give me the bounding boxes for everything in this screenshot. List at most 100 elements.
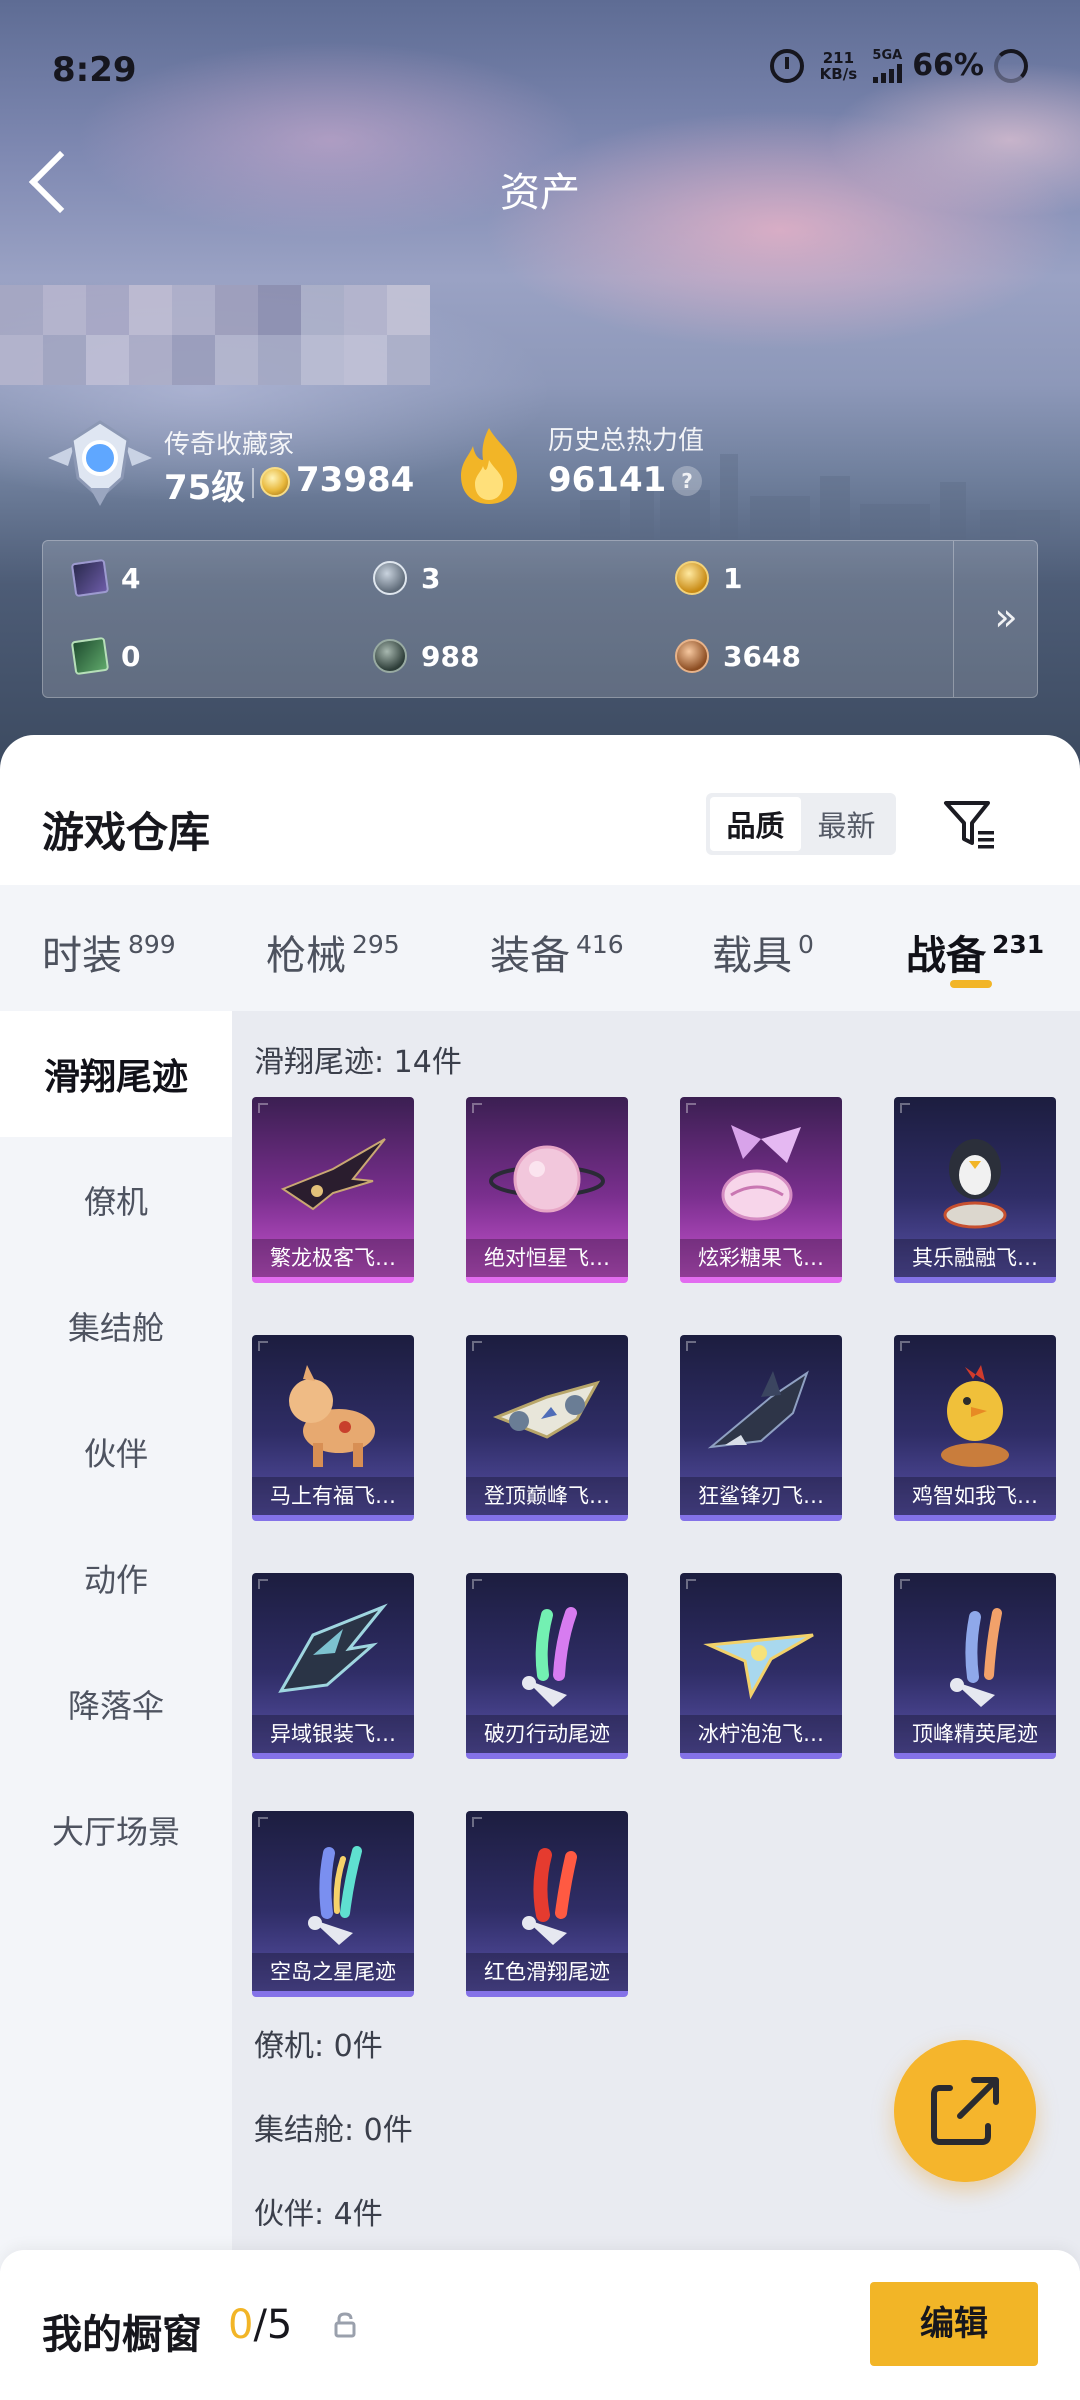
silver-coin-icon [373, 561, 407, 595]
stat-purple-card: 4 [70, 558, 141, 598]
sidebar-item-pod[interactable]: 集结舱 [0, 1263, 232, 1389]
item-card[interactable]: 冰柠泡泡飞… [680, 1573, 842, 1759]
tab-count: 899 [128, 930, 176, 959]
filter-icon[interactable] [942, 797, 998, 853]
legend-rank-badge-icon [48, 420, 152, 506]
item-card[interactable]: 破刃行动尾迹 [466, 1573, 628, 1759]
double-chevron-right-icon[interactable]: » [983, 597, 1029, 643]
collector-coin-icon [260, 467, 290, 497]
player-level: 75级 [164, 468, 246, 508]
network-signal: 5GA [872, 47, 903, 83]
red-trail-icon [522, 1848, 577, 1945]
stat-value: 3 [421, 561, 441, 595]
tab-fashion[interactable]: 时装 899 [42, 923, 176, 981]
item-card[interactable]: 狂鲨锋刃飞… [680, 1335, 842, 1521]
corner-mark [900, 1103, 910, 1113]
tab-count: 416 [576, 930, 624, 959]
item-card[interactable]: 马上有福飞… [252, 1335, 414, 1521]
penguin-glider-icon [943, 1139, 1007, 1229]
tab-count: 295 [352, 930, 400, 959]
item-card[interactable]: 炫彩糖果飞… [680, 1097, 842, 1283]
item-card[interactable]: 异域银装飞… [252, 1573, 414, 1759]
item-card[interactable]: 顶峰精英尾迹 [894, 1573, 1056, 1759]
horse-glider-icon [289, 1365, 375, 1467]
item-name: 其乐融融飞… [894, 1239, 1056, 1277]
item-card[interactable]: 绝对恒星飞… [466, 1097, 628, 1283]
corner-mark [900, 1341, 910, 1351]
stat-gold-coin: 1 [675, 561, 742, 595]
tab-count: 231 [992, 930, 1045, 959]
blue-orange-trail-icon [950, 1608, 1002, 1707]
sidebar-item-parachute[interactable]: 降落伞 [0, 1641, 232, 1767]
corner-mark [472, 1579, 482, 1589]
rank-divider [252, 468, 254, 498]
sidebar-item-glide-trail[interactable]: 滑翔尾迹 [0, 1011, 232, 1137]
item-card[interactable]: 红色滑翔尾迹 [466, 1811, 628, 1997]
sidebar-item-companion[interactable]: 伙伴 [0, 1389, 232, 1515]
stat-value: 0 [121, 639, 141, 673]
corner-mark [900, 1579, 910, 1589]
corner-mark [472, 1341, 482, 1351]
tab-count: 0 [798, 930, 814, 959]
group-title-pod: 集结舱: 0件 [254, 2113, 413, 2148]
item-name: 狂鲨锋刃飞… [680, 1477, 842, 1515]
network-label: 5GA [872, 47, 903, 63]
item-card[interactable]: 其乐融融飞… [894, 1097, 1056, 1283]
net-speed-unit: KB/s [819, 64, 858, 83]
item-card[interactable]: 登顶巅峰飞… [466, 1335, 628, 1521]
battery-icon [994, 48, 1028, 83]
help-icon[interactable]: ? [672, 466, 702, 496]
category-tabs: 时装 899 枪械 295 装备 416 载具 0 战备 231 [0, 885, 1080, 1011]
sort-option-quality[interactable]: 品质 [710, 797, 801, 851]
currency-panel[interactable]: 4 3 1 0 988 3648 » [42, 540, 1038, 698]
corner-mark [258, 1817, 268, 1827]
rank-title: 传奇收藏家 [164, 430, 295, 460]
corner-mark [686, 1579, 696, 1589]
group-title-companion: 伙伴: 4件 [254, 2197, 383, 2232]
showcase-bar: 我的橱窗 0/5 编辑 [0, 2250, 1080, 2400]
tab-label: 载具 [712, 933, 792, 979]
item-name: 空岛之星尾迹 [252, 1953, 414, 1991]
corner-mark [258, 1341, 268, 1351]
item-name: 破刃行动尾迹 [466, 1715, 628, 1753]
sky-island-trail-icon [308, 1846, 362, 1945]
collector-coins: 73984 [296, 460, 415, 500]
item-name: 冰柠泡泡飞… [680, 1715, 842, 1753]
showcase-count: 0/5 [228, 2302, 292, 2348]
showcase-current: 0 [228, 2302, 254, 2348]
stat-value: 4 [121, 561, 141, 595]
sort-option-latest[interactable]: 最新 [801, 797, 892, 851]
warehouse-title: 游戏仓库 [42, 808, 211, 857]
item-name: 绝对恒星飞… [466, 1239, 628, 1277]
dragon-glider-icon [280, 1138, 386, 1211]
item-name: 异域银装飞… [252, 1715, 414, 1753]
bronze-coin-icon [675, 639, 709, 673]
sidebar-item-wingman[interactable]: 僚机 [0, 1137, 232, 1263]
stat-silver-coin: 3 [373, 561, 440, 595]
corner-mark [686, 1341, 696, 1351]
corner-mark [472, 1817, 482, 1827]
item-card[interactable]: 空岛之星尾迹 [252, 1811, 414, 1997]
edit-button[interactable]: 编辑 [870, 2282, 1038, 2366]
tab-equipment[interactable]: 装备 416 [490, 923, 624, 981]
tab-combat-gear[interactable]: 战备 231 [906, 923, 1044, 981]
chicken-glider-icon [941, 1365, 1009, 1467]
sidebar-item-emote[interactable]: 动作 [0, 1515, 232, 1641]
sidebar: 滑翔尾迹 僚机 集结舱 伙伴 动作 降落伞 大厅场景 [0, 1011, 232, 2271]
item-card[interactable]: 鸡智如我飞… [894, 1335, 1056, 1521]
item-name: 马上有福飞… [252, 1477, 414, 1515]
stat-value: 3648 [723, 639, 801, 673]
item-name: 顶峰精英尾迹 [894, 1715, 1056, 1753]
sidebar-item-lobby-scene[interactable]: 大厅场景 [0, 1767, 232, 1893]
corner-mark [472, 1103, 482, 1113]
tab-vehicles[interactable]: 载具 0 [712, 923, 814, 981]
stat-bronze-coin: 3648 [675, 639, 801, 673]
group-title-glide-trail: 滑翔尾迹: 14件 [254, 1045, 462, 1080]
tab-guns[interactable]: 枪械 295 [266, 923, 400, 981]
purple-card-icon [70, 558, 110, 598]
item-name: 鸡智如我飞… [894, 1477, 1056, 1515]
lemon-plane-glider-icon [703, 1633, 814, 1700]
item-card[interactable]: 繁龙极客飞… [252, 1097, 414, 1283]
rainbow-trail-icon [522, 1607, 577, 1707]
share-icon[interactable] [894, 2040, 1036, 2182]
